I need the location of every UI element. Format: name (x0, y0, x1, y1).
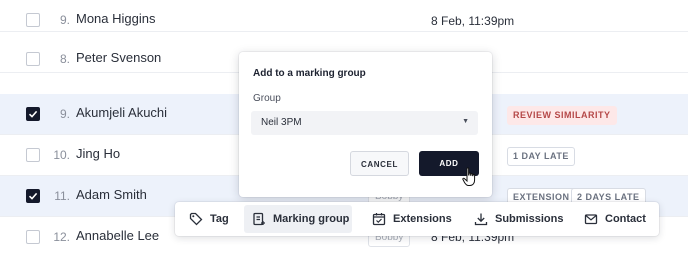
contact-button[interactable]: Contact (584, 205, 654, 233)
student-name[interactable]: Peter Svenson (76, 50, 161, 65)
group-select[interactable]: Neil 3PM ▼ (251, 111, 478, 135)
student-name[interactable]: Jing Ho (76, 146, 120, 161)
status-badge: 1 DAY LATE (507, 147, 575, 166)
tag-button[interactable]: Tag (189, 205, 249, 233)
marking-group-button[interactable]: Marking group (244, 205, 352, 233)
row-number: 9. (59, 13, 70, 27)
student-name[interactable]: Adam Smith (76, 187, 147, 202)
calendar-check-icon (372, 213, 386, 226)
checkmark-icon (28, 110, 38, 118)
tag-label: Tag (210, 213, 229, 225)
mail-icon (584, 214, 598, 225)
row-number: 9. (59, 107, 70, 121)
row-checkbox[interactable] (26, 13, 40, 27)
row-checkbox[interactable] (26, 107, 40, 121)
student-name[interactable]: Annabelle Lee (76, 228, 159, 243)
popover-title: Add to a marking group (253, 68, 366, 79)
row-checkbox[interactable] (26, 148, 40, 162)
submission-date: 8 Feb, 11:39pm (431, 14, 515, 28)
chevron-down-icon: ▼ (462, 118, 469, 125)
student-name[interactable]: Akumjeli Akuchi (76, 105, 167, 120)
download-icon (474, 213, 488, 226)
tag-icon (189, 212, 203, 226)
submissions-label: Submissions (495, 213, 564, 225)
row-number: 12. (53, 230, 70, 244)
row-number: 8. (59, 52, 70, 66)
submissions-button[interactable]: Submissions (474, 205, 574, 233)
marking-group-icon (253, 212, 265, 226)
status-badge: REVIEW SIMILARITY (507, 106, 617, 125)
extensions-label: Extensions (393, 213, 452, 225)
row-number: 10. (53, 148, 70, 162)
bulk-action-toolbar: Tag Marking group Extensions Submissions… (175, 202, 659, 236)
student-name[interactable]: Mona Higgins (76, 11, 156, 26)
row-checkbox[interactable] (26, 189, 40, 203)
group-select-value: Neil 3PM (261, 117, 302, 128)
row-checkbox[interactable] (26, 230, 40, 244)
marking-group-popover: Add to a marking group Group Neil 3PM ▼ … (239, 52, 492, 197)
group-label: Group (253, 93, 281, 104)
extensions-button[interactable]: Extensions (372, 205, 464, 233)
row-checkbox[interactable] (26, 52, 40, 66)
marking-group-label: Marking group (273, 213, 350, 225)
hand-cursor-icon (462, 167, 476, 186)
row-number: 11. (54, 189, 70, 203)
contact-label: Contact (605, 213, 646, 225)
cancel-button[interactable]: CANCEL (350, 151, 409, 176)
checkmark-icon (28, 192, 38, 200)
list-item[interactable]: 9. Mona Higgins 8 Feb, 11:39pm (0, 0, 688, 32)
